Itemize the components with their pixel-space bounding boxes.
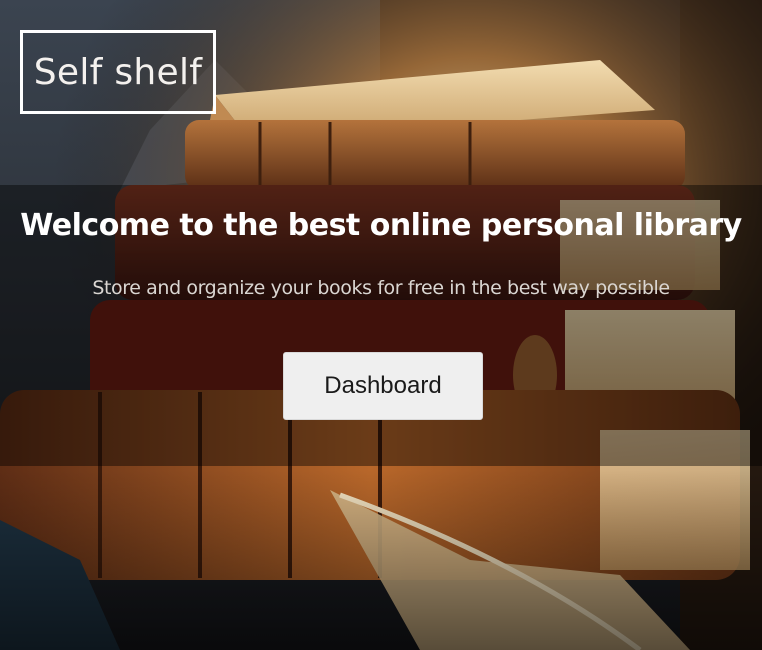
hero-subtitle: Store and organize your books for free i… xyxy=(92,277,670,299)
brand-logo-text: Self shelf xyxy=(33,51,203,93)
dashboard-button[interactable]: Dashboard xyxy=(283,352,483,420)
hero-headline: Welcome to the best online personal libr… xyxy=(20,208,742,243)
brand-logo[interactable]: Self shelf xyxy=(20,30,216,114)
landing-page: Self shelf Welcome to the best online pe… xyxy=(0,0,762,650)
